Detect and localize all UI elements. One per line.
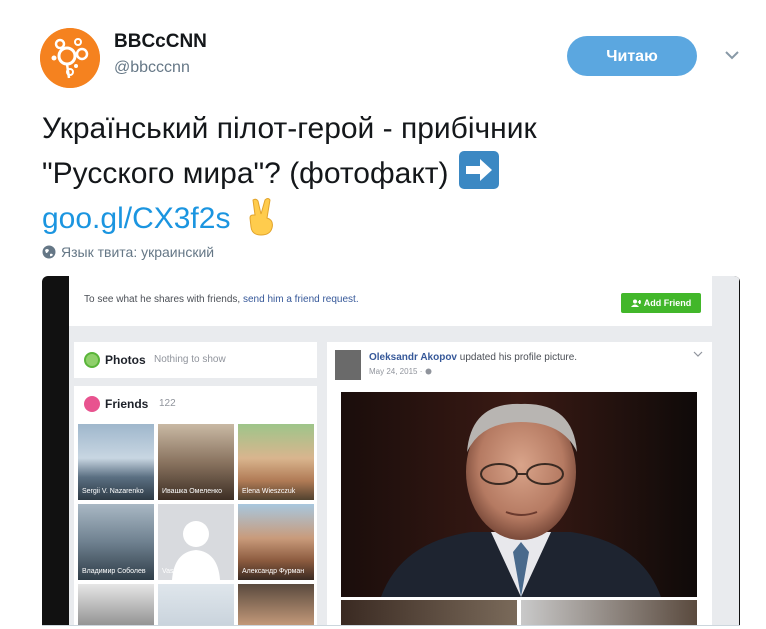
photos-subtitle: Nothing to show: [154, 354, 226, 365]
tweet-language-note: Язык твита: украинский: [42, 244, 214, 260]
friend-tile: Александр Фурман: [238, 504, 314, 580]
account-name[interactable]: BBCcCNN: [114, 31, 207, 53]
tweet-header: BBCcCNN @bbcccnn Читаю: [40, 26, 750, 90]
friends-count: 122: [159, 398, 176, 409]
post-chevron-icon: [693, 351, 703, 357]
profile-post-card: Oleksandr Akopov updated his profile pic…: [327, 342, 712, 625]
add-friend-label: Add Friend: [643, 298, 692, 308]
friend-tile: Владимир Соболев: [78, 504, 154, 580]
tweet-text-line-2: "Русского мира"? (фотофакт): [42, 151, 732, 196]
tweet-text: Український пілот-герой - прибічник "Рус…: [42, 106, 732, 241]
friend-tile: Elena Wieszczuk: [238, 424, 314, 500]
friend-request-link: send him a friend request.: [242, 294, 359, 305]
chevron-down-icon[interactable]: [722, 48, 742, 62]
friend-tile: Vasyl Chelakh: [158, 504, 234, 580]
tweet-link[interactable]: goo.gl/CX3f2s: [42, 202, 230, 235]
friend-caption: Владимир Соболев: [82, 568, 146, 575]
profile-left-column: Photos Nothing to show Friends 122 Sergi…: [74, 342, 317, 625]
friend-caption: Vasyl Chelakh: [162, 568, 207, 575]
friend-request-bar: To see what he shares with friends, send…: [69, 276, 712, 326]
post-author: Oleksandr Akopov: [369, 352, 457, 363]
globe-icon: [42, 245, 56, 259]
post-thumbnail: [521, 600, 697, 625]
following-button[interactable]: Читаю: [567, 36, 697, 76]
add-friend-icon: [630, 299, 642, 307]
post-action: updated his profile picture.: [459, 352, 578, 363]
friend-tile: [78, 584, 154, 625]
tweet-text-line-2-label: "Русского мира"? (фотофакт): [42, 157, 449, 190]
portrait-illustration: [341, 392, 697, 597]
post-thumbnails: [341, 600, 697, 625]
post-thumbnail: [341, 600, 517, 625]
right-arrow-emoji-icon: [458, 151, 499, 189]
post-header: Oleksandr Akopov updated his profile pic…: [369, 352, 577, 363]
language-label: Язык твита: украинский: [61, 244, 215, 260]
media-bottom-border: [42, 625, 740, 626]
facebook-screenshot: To see what he shares with friends, send…: [69, 276, 739, 625]
friend-caption: Elena Wieszczuk: [242, 488, 296, 495]
clock-globe-icon: [425, 368, 432, 375]
photos-card: Photos Nothing to show: [74, 342, 317, 378]
friend-request-prompt: To see what he shares with friends,: [84, 294, 241, 305]
friend-caption: Александр Фурман: [242, 568, 305, 575]
friends-title: Friends: [105, 397, 149, 411]
friends-card: Friends 122 Sergii V. Nazarenko Ивашка О…: [74, 386, 317, 625]
friend-tile: Sergii V. Nazarenko: [78, 424, 154, 500]
profile-picture: [341, 392, 697, 597]
post-date: May 24, 2015 ·: [369, 367, 432, 376]
tweet-link-line: goo.gl/CX3f2s: [42, 196, 732, 241]
tweet-media-image[interactable]: To see what he shares with friends, send…: [42, 276, 740, 625]
friend-request-text: To see what he shares with friends, send…: [84, 294, 359, 305]
photos-icon: [84, 352, 100, 368]
post-author-avatar: [335, 350, 361, 380]
add-friend-button: Add Friend: [621, 293, 701, 313]
friend-tile: Ивашка Омеленко: [158, 424, 234, 500]
tweet-text-line-1: Український пілот-герой - прибічник: [42, 112, 537, 145]
friend-caption: Ивашка Омеленко: [162, 488, 223, 495]
account-handle[interactable]: @bbcccnn: [114, 59, 190, 77]
avatar-logo-icon: [40, 28, 100, 88]
post-date-label: May 24, 2015 ·: [369, 367, 425, 376]
photos-title: Photos: [105, 353, 146, 367]
friend-caption: Sergii V. Nazarenko: [82, 488, 144, 495]
avatar[interactable]: [40, 28, 100, 88]
friends-icon: [84, 396, 100, 412]
victory-hand-emoji-icon: [244, 196, 278, 236]
friend-tile: [158, 584, 234, 625]
friend-tile: [238, 584, 314, 625]
